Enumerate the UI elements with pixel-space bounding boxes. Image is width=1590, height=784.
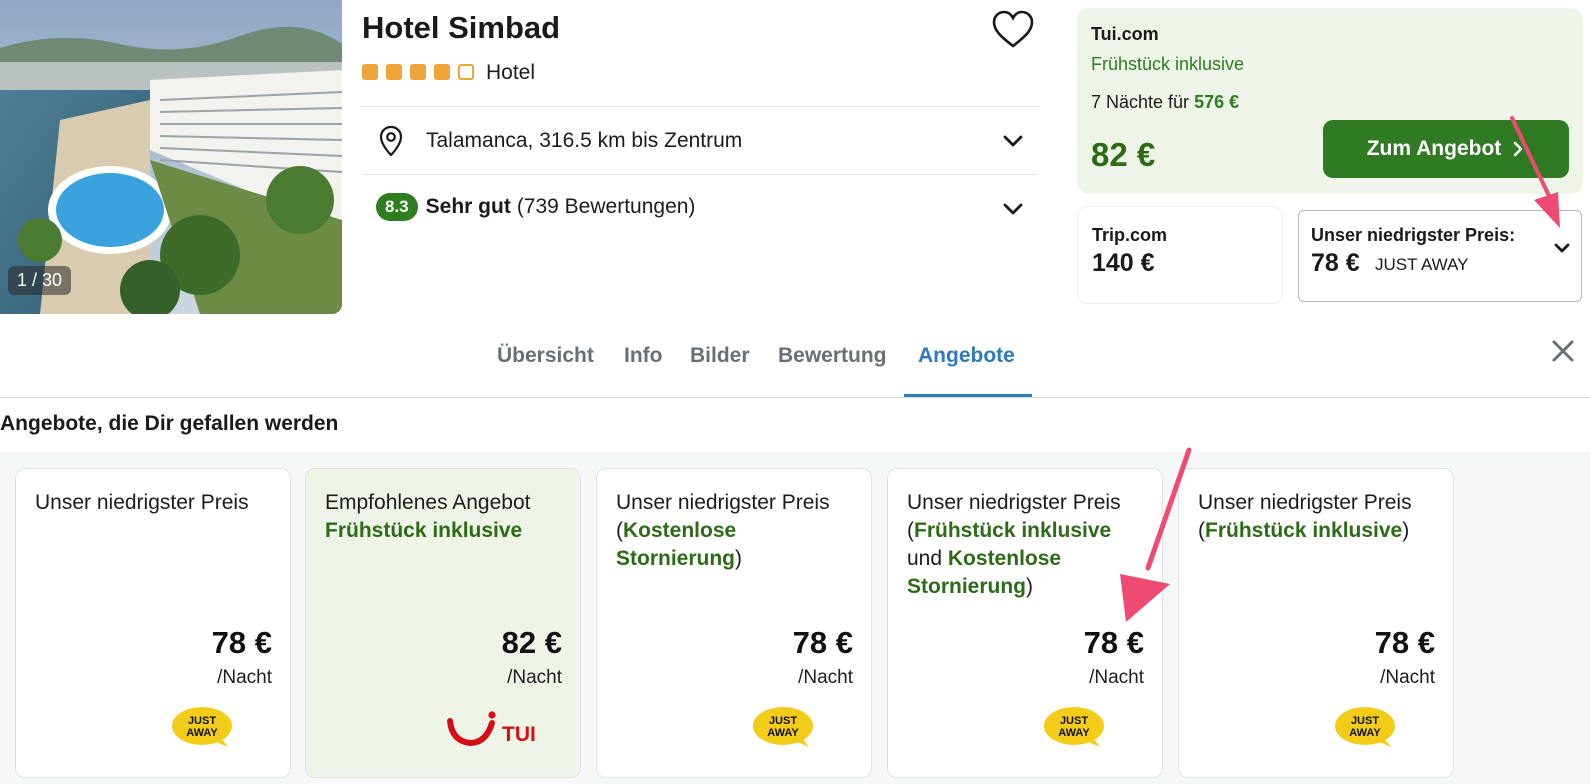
lowest-price: 78 € — [1311, 249, 1360, 277]
alt-price: 140 € — [1092, 249, 1155, 277]
star-filled-icon — [434, 64, 450, 80]
paren-open: ( — [1198, 519, 1205, 542]
offer-per-night: /Nacht — [507, 667, 562, 688]
offer-price: 78 € — [211, 625, 272, 660]
star-rating — [362, 64, 474, 80]
hotel-photo[interactable]: 1 / 30 — [0, 0, 342, 314]
tab-bilder[interactable]: Bilder — [690, 344, 750, 368]
svg-text:JUST: JUST — [188, 715, 216, 727]
offer-label: Empfohlenes Angebot — [325, 491, 531, 514]
zum-angebot-button[interactable]: Zum Angebot — [1323, 120, 1569, 178]
paren-open: ( — [616, 519, 623, 542]
featured-breakfast: Frühstück inklusive — [1091, 54, 1245, 74]
offer-title: Unser niedrigster Preis (Frühstück inklu… — [907, 489, 1148, 601]
justaway-logo-icon: JUST AWAY — [753, 707, 813, 747]
offer-per-night: /Nacht — [1380, 667, 1435, 688]
offer-price: 82 € — [501, 625, 562, 660]
divider — [362, 106, 1038, 107]
chevron-down-icon[interactable] — [1002, 130, 1024, 152]
tab-bewertung[interactable]: Bewertung — [778, 344, 887, 368]
chevron-down-icon — [1554, 243, 1570, 253]
tab-info[interactable]: Info — [624, 344, 662, 368]
divider — [362, 174, 1038, 175]
svg-text:AWAY: AWAY — [186, 727, 218, 739]
lowest-provider: JUST AWAY — [1375, 255, 1469, 274]
offer-card[interactable]: Empfohlenes Angebot Frühstück inklusive … — [305, 468, 581, 778]
justaway-logo-icon: JUST AWAY — [1335, 707, 1395, 747]
star-empty-icon — [458, 64, 474, 80]
tab-uebersicht[interactable]: Übersicht — [497, 344, 594, 368]
featured-nights: 7 Nächte für 576 € — [1091, 92, 1239, 113]
offer-title: Empfohlenes Angebot Frühstück inklusive — [325, 489, 566, 545]
star-filled-icon — [386, 64, 402, 80]
offer-title: Unser niedrigster Preis (Frühstück inklu… — [1198, 489, 1439, 545]
offer-card[interactable]: Unser niedrigster Preis (Kostenlose Stor… — [596, 468, 872, 778]
offer-highlight: Frühstück inklusive — [1205, 519, 1403, 542]
location-pin-icon — [379, 125, 403, 157]
hotel-type: Hotel — [486, 61, 536, 84]
star-filled-icon — [362, 64, 378, 80]
close-icon[interactable] — [1550, 338, 1576, 364]
offer-highlight: Frühstück inklusive — [914, 519, 1112, 542]
featured-nights-total: 576 € — [1194, 92, 1240, 112]
offer-card[interactable]: Unser niedrigster Preis 78 € /Nacht JUST… — [15, 468, 291, 778]
svg-text:TUI: TUI — [502, 723, 536, 746]
svg-text:AWAY: AWAY — [1058, 727, 1090, 739]
offer-title: Unser niedrigster Preis (Kostenlose Stor… — [616, 489, 857, 573]
offer-per-night: /Nacht — [798, 667, 853, 688]
svg-text:JUST: JUST — [1351, 715, 1379, 727]
offer-price: 78 € — [1083, 625, 1144, 660]
paren-open: ( — [907, 519, 914, 542]
rating-row[interactable]: 8.3 Sehr gut (739 Bewertungen) — [362, 176, 1038, 238]
offer-price: 78 € — [1374, 625, 1435, 660]
offer-label: Unser niedrigster Preis — [35, 491, 249, 514]
offer-label: Unser niedrigster Preis — [907, 491, 1121, 514]
paren-close: ) — [735, 547, 742, 570]
rating-count: (739 Bewertungen) — [516, 195, 696, 218]
lowest-price-dropdown[interactable]: Unser niedrigster Preis: 78 € JUST AWAY — [1298, 210, 1582, 302]
justaway-logo-icon: JUST AWAY — [172, 707, 232, 747]
svg-text:JUST: JUST — [1060, 715, 1088, 727]
alt-offer-box[interactable]: Trip.com 140 € — [1077, 206, 1283, 304]
offer-label: Unser niedrigster Preis — [1198, 491, 1412, 514]
featured-price: 82 € — [1091, 136, 1156, 173]
rating-label: Sehr gut — [425, 195, 511, 218]
lowest-label: Unser niedrigster Preis: — [1311, 225, 1516, 245]
offer-highlight: Kostenlose Stornierung — [616, 519, 737, 570]
offer-connector: und — [907, 547, 943, 570]
tui-logo-icon: TUI — [447, 711, 536, 747]
chevron-down-icon[interactable] — [1002, 198, 1024, 220]
hotel-name: Hotel Simbad — [362, 10, 561, 45]
section-title: Angebote, die Dir gefallen werden — [0, 412, 339, 435]
zum-angebot-label: Zum Angebot — [1366, 137, 1502, 160]
offer-price: 78 € — [792, 625, 853, 660]
paren-close: ) — [1026, 575, 1033, 598]
offer-per-night: /Nacht — [1089, 667, 1144, 688]
offer-per-night: /Nacht — [217, 667, 272, 688]
photo-counter: 1 / 30 — [8, 266, 72, 295]
alt-provider: Trip.com — [1092, 225, 1168, 245]
featured-provider: Tui.com — [1091, 24, 1159, 44]
featured-offer-box: Tui.com Frühstück inklusive 7 Nächte für… — [1077, 8, 1583, 194]
offer-card[interactable]: Unser niedrigster Preis (Frühstück inklu… — [887, 468, 1163, 778]
star-filled-icon — [410, 64, 426, 80]
featured-nights-prefix: 7 Nächte für — [1091, 92, 1190, 112]
offer-title: Unser niedrigster Preis — [35, 489, 276, 517]
svg-text:JUST: JUST — [769, 715, 797, 727]
offer-highlight: Frühstück inklusive — [325, 519, 523, 542]
rating-score-badge: 8.3 — [376, 193, 418, 221]
chevron-right-icon — [1513, 141, 1523, 157]
location-text: Talamanca, 316.5 km bis Zentrum — [426, 129, 743, 152]
tab-angebote[interactable]: Angebote — [918, 344, 1015, 368]
tabs-bar: Übersicht Info Bilder Bewertung Angebote — [0, 324, 1590, 398]
tab-active-indicator — [904, 394, 1032, 397]
svg-text:AWAY: AWAY — [1349, 727, 1381, 739]
paren-close: ) — [1402, 519, 1410, 542]
favorite-heart-icon[interactable] — [992, 10, 1034, 50]
offer-card[interactable]: Unser niedrigster Preis (Frühstück inklu… — [1178, 468, 1454, 778]
svg-text:AWAY: AWAY — [767, 727, 799, 739]
offer-label: Unser niedrigster Preis — [616, 491, 830, 514]
location-row[interactable]: Talamanca, 316.5 km bis Zentrum — [362, 108, 1038, 174]
justaway-logo-icon: JUST AWAY — [1044, 707, 1104, 747]
